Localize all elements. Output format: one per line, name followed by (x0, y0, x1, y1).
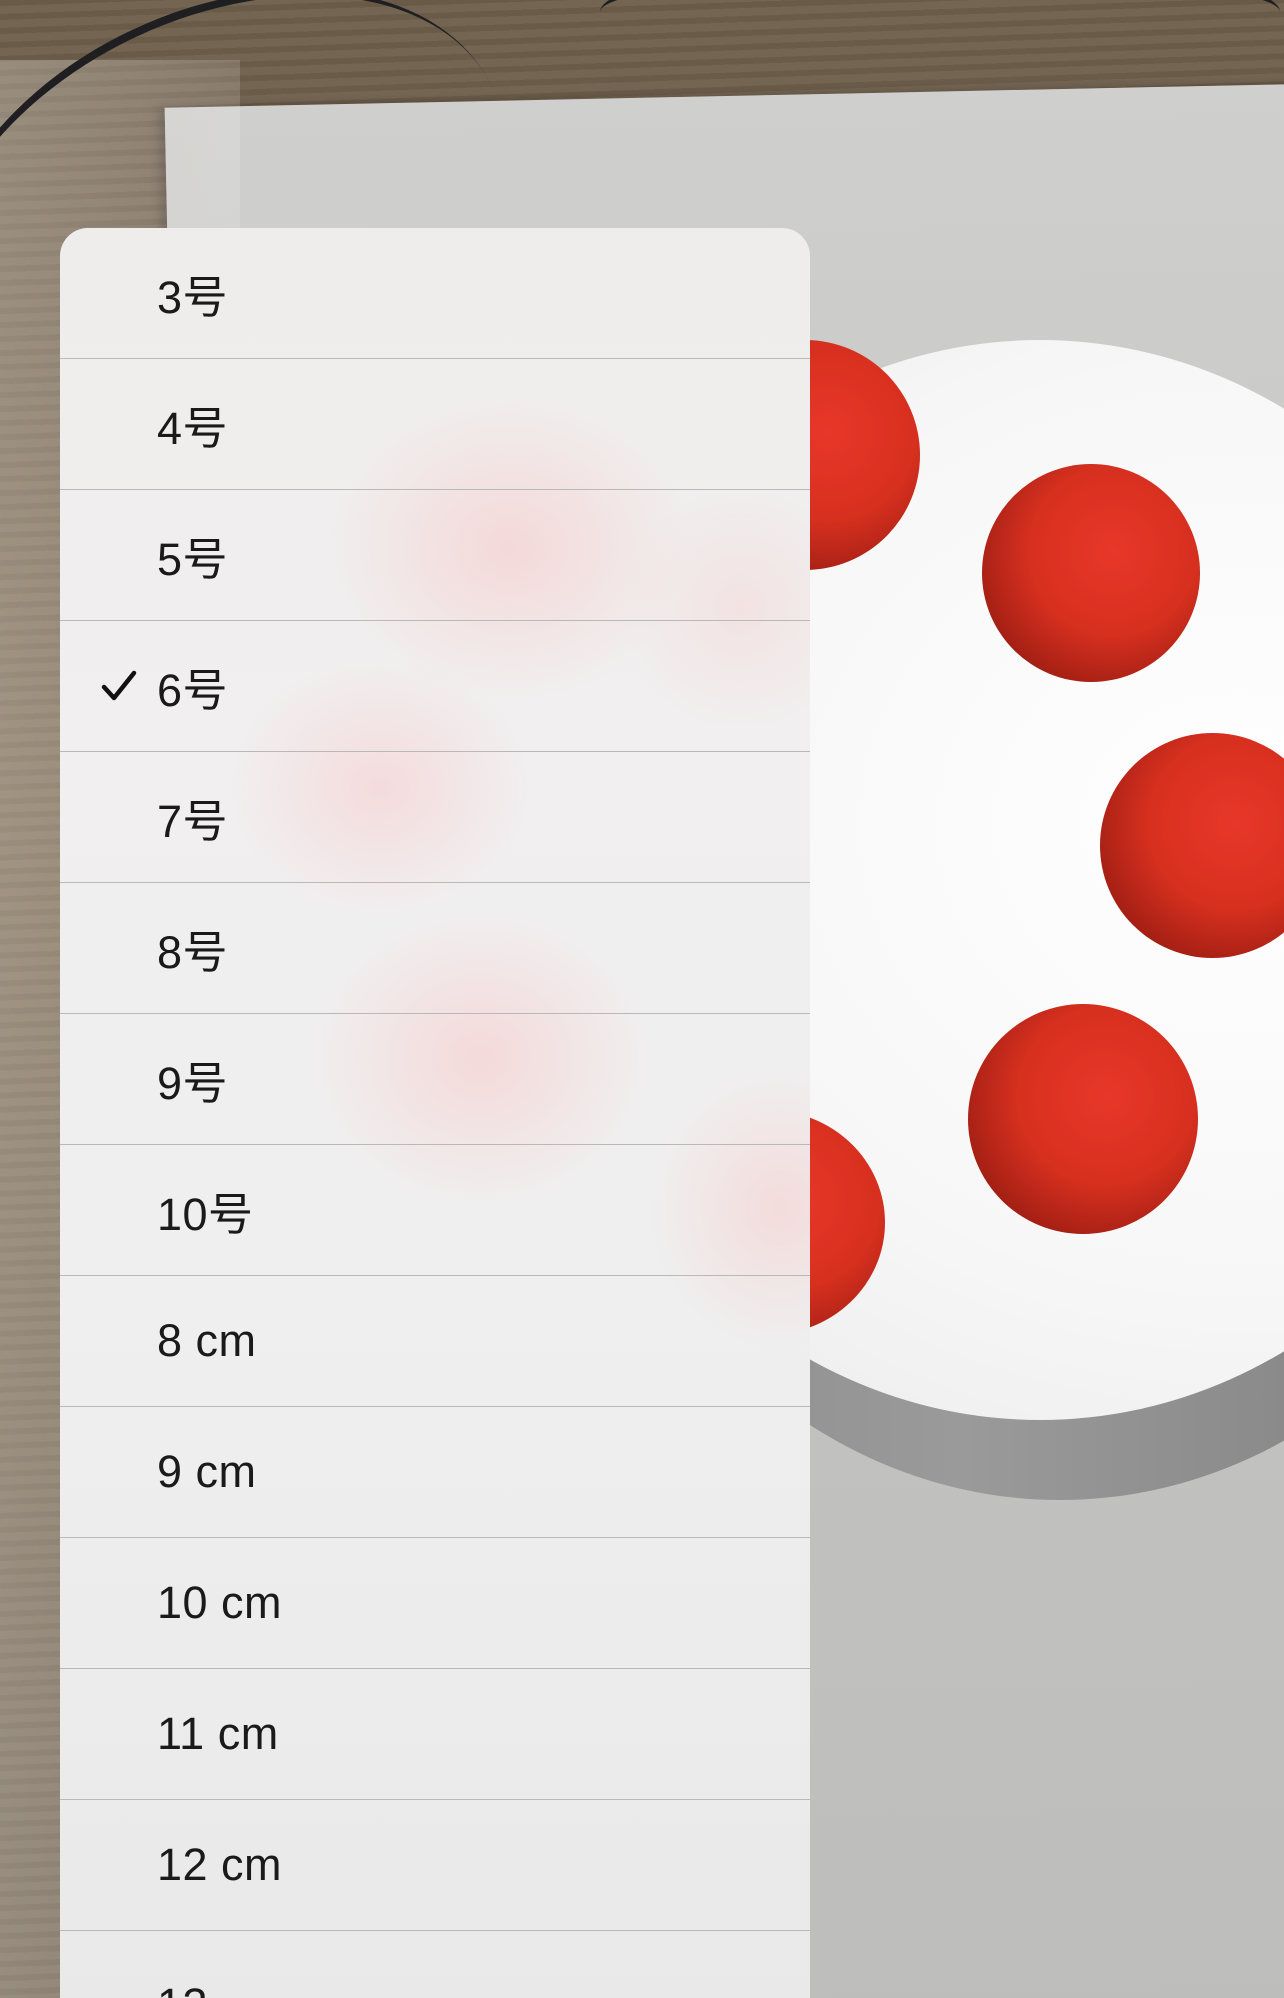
menu-item-size[interactable]: 9 cm (60, 1407, 810, 1538)
menu-item-size[interactable]: 10号 (60, 1145, 810, 1276)
menu-item-size[interactable]: 7号 (60, 752, 810, 883)
menu-item-size[interactable]: 8号 (60, 883, 810, 1014)
menu-item-label: 4号 (157, 402, 229, 454)
menu-item-label: 3号 (157, 271, 229, 323)
menu-item-label: 11 cm (157, 1708, 279, 1759)
menu-item-size[interactable]: 3号 (60, 228, 810, 359)
strawberry-model (968, 1004, 1198, 1234)
check-slot (60, 668, 157, 704)
menu-item-size[interactable]: 10 cm (60, 1538, 810, 1669)
menu-item-label: 7号 (157, 795, 229, 847)
menu-item-size[interactable]: 11 cm (60, 1669, 810, 1800)
menu-item-size[interactable]: 6号 (60, 621, 810, 752)
size-dropdown-menu: 3号 4号 5号 6号 7号 8号 9号 10号 8 cm 9 cm 10 cm 11 cm 12 cm… (60, 228, 810, 1998)
menu-item-label: 8号 (157, 926, 229, 978)
menu-item-label: 8 cm (157, 1315, 257, 1366)
menu-item-size[interactable]: 9号 (60, 1014, 810, 1145)
menu-item-label: 10号 (157, 1188, 254, 1240)
menu-item-label: 9 cm (157, 1446, 257, 1497)
menu-item-label: 9号 (157, 1057, 229, 1109)
menu-item-label: 12 cm (157, 1839, 283, 1890)
checkmark-icon (101, 670, 137, 701)
menu-item-size[interactable]: 8 cm (60, 1276, 810, 1407)
menu-item-label: 10 cm (157, 1577, 283, 1628)
strawberry-model (982, 464, 1200, 682)
menu-item-label: 5号 (157, 533, 229, 585)
menu-item-label: 6号 (157, 664, 229, 716)
menu-item-size[interactable]: 13 (60, 1931, 810, 1998)
menu-item-size[interactable]: 12 cm (60, 1800, 810, 1931)
menu-item-label: 13 (157, 1979, 208, 1998)
menu-item-size[interactable]: 4号 (60, 359, 810, 490)
menu-item-size[interactable]: 5号 (60, 490, 810, 621)
menu-item-list: 3号 4号 5号 6号 7号 8号 9号 10号 8 cm 9 cm 10 cm 11 cm 12 cm… (60, 228, 810, 1998)
